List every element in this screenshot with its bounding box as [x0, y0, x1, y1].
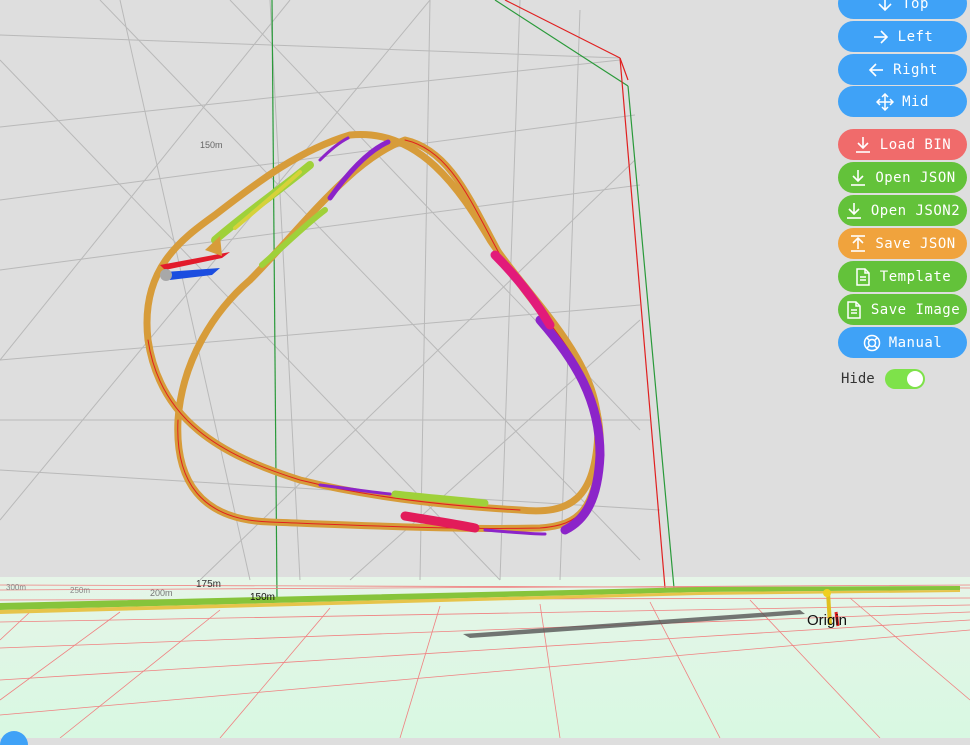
document-icon — [854, 267, 872, 286]
save-image-button[interactable]: Save Image — [838, 294, 967, 325]
right-label: Right — [893, 61, 938, 78]
right-button[interactable]: Right — [838, 54, 967, 85]
open-json-label: Open JSON — [875, 169, 956, 186]
document-icon — [845, 300, 863, 319]
template-button[interactable]: Template — [838, 261, 967, 292]
top-button[interactable]: Top — [838, 0, 967, 19]
open-json-button[interactable]: Open JSON — [838, 162, 967, 193]
3d-viewport[interactable]: 150m 300m 250m 200m 175m 150m Origin — [0, 0, 970, 738]
save-json-button[interactable]: Save JSON — [838, 228, 967, 259]
left-button[interactable]: Left — [838, 21, 967, 52]
save-json-label: Save JSON — [875, 235, 956, 252]
manual-label: Manual — [888, 334, 943, 351]
open-json2-label: Open JSON2 — [870, 202, 961, 219]
download-icon — [849, 169, 867, 187]
origin-label: Origin — [807, 612, 847, 629]
arrow-left-icon — [867, 61, 885, 79]
save-image-label: Save Image — [870, 301, 961, 318]
top-label: Top — [902, 0, 929, 12]
load-bin-label: Load BIN — [879, 136, 952, 153]
hide-control: Hide — [841, 368, 931, 390]
hide-toggle[interactable] — [884, 369, 925, 389]
ground-label-250m: 250m — [70, 586, 90, 595]
mid-label: Mid — [902, 93, 929, 110]
ground-label-150m: 150m — [250, 592, 275, 603]
download-icon — [845, 202, 863, 220]
download-icon — [854, 136, 872, 154]
arrow-down-icon — [876, 0, 894, 13]
ground-label-175m: 175m — [196, 579, 221, 590]
ground-label-200m: 200m — [150, 588, 173, 598]
wall-label-150m: 150m — [200, 140, 223, 150]
left-label: Left — [897, 28, 934, 45]
wall-grid — [0, 0, 661, 581]
arrow-right-icon — [872, 28, 890, 46]
load-bin-button[interactable]: Load BIN — [838, 129, 967, 160]
mid-button[interactable]: Mid — [838, 86, 967, 117]
move-icon — [876, 92, 895, 111]
lifebuoy-icon — [863, 334, 881, 352]
hide-label: Hide — [841, 371, 875, 387]
upload-icon — [849, 234, 867, 253]
flight-trajectory — [143, 130, 605, 536]
ground-label-300m: 300m — [6, 583, 26, 592]
manual-button[interactable]: Manual — [838, 327, 967, 358]
template-label: Template — [879, 268, 952, 285]
open-json2-button[interactable]: Open JSON2 — [838, 195, 967, 226]
toggle-knob — [906, 371, 923, 387]
